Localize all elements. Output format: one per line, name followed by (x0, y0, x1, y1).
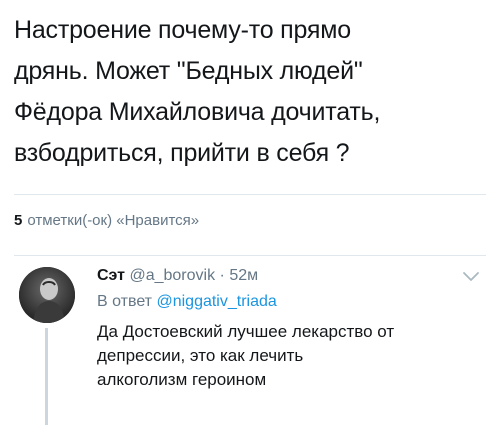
separator-dot: · (219, 267, 225, 284)
thread-line (45, 328, 48, 425)
divider (14, 194, 486, 195)
reply-to-prefix: В ответ (97, 293, 153, 310)
tweet-text: Настроение почему-то прямо дрянь. Может … (14, 10, 484, 174)
timestamp[interactable]: 52м (229, 267, 258, 284)
reply-to-mention[interactable]: @niggativ_triada (156, 293, 276, 310)
author-name[interactable]: Сэт (97, 267, 125, 284)
reply-text-line: Да Достоевский лучшее лекарство от (97, 322, 395, 341)
reply-to: В ответ @niggativ_triada (97, 293, 277, 311)
tweet-text-line: Фёдора Михайловича дочитать, (14, 98, 381, 126)
reply-text: Да Достоевский лучшее лекарство от депре… (97, 320, 487, 392)
reply-tweet[interactable]: Сэт @a_borovik · 52м В ответ @niggativ_t… (0, 256, 500, 425)
avatar-image (19, 267, 75, 323)
likes-link[interactable]: 5 отметки(-ок) «Нравится» (14, 212, 199, 229)
reply-text-line: депрессии, это как лечить (97, 346, 304, 365)
likes-count: 5 (14, 212, 23, 229)
tweet-text-line: Настроение почему-то прямо (14, 16, 351, 44)
likes-label: отметки(-ок) «Нравится» (27, 212, 200, 229)
author-handle[interactable]: @a_borovik (129, 267, 215, 284)
avatar[interactable] (19, 267, 75, 323)
tweet-text-line: дрянь. Может "Бедных людей" (14, 57, 363, 85)
chevron-down-icon[interactable] (462, 270, 480, 282)
tweet-text-line: взбодриться, прийти в себя ? (14, 139, 350, 167)
reply-header: Сэт @a_borovik · 52м (97, 267, 258, 285)
reply-text-line: алкоголизм героином (97, 370, 267, 389)
